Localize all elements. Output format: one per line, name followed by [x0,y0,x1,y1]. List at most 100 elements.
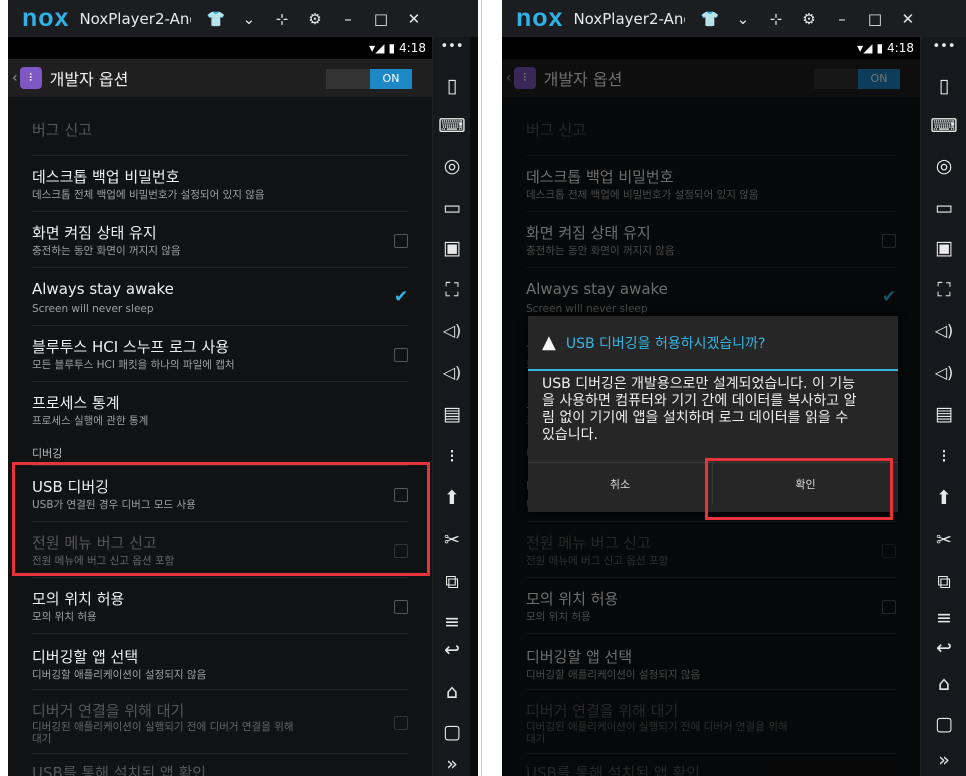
right-nox-window: nox NoxPlayer2-Andı 👕 ⌄ ⊹ ⚙ – □ ✕ ▾◢ ▮ 4… [502,0,966,776]
setting-title: 모의 위치 허용 [32,590,125,608]
macro-icon[interactable]: ⁝ [433,445,471,467]
dialog-message: USB 디버깅은 개발용으로만 설계되었습니다. 이 기능을 사용하면 컴퓨터와… [542,376,857,443]
gear-icon[interactable]: ⚙ [298,10,331,28]
cancel-button[interactable]: 취소 [528,462,713,504]
maximize-icon[interactable]: □ [364,10,397,28]
location-icon[interactable]: ◎ [921,155,966,177]
expand-icon[interactable]: » [921,749,966,771]
setting-subtitle: 모의 위치 허용 [32,611,97,623]
setting-verify-usb-apps: USB를 통해 설치된 앱 확인 [32,753,408,776]
multi-instance-icon[interactable]: ⧉ [433,571,471,593]
screenshot-icon[interactable]: ▣ [433,237,471,259]
shirt-icon[interactable]: 👕 [693,10,726,28]
screen-icon[interactable]: ▭ [921,197,966,219]
volume-down-icon[interactable]: ◁) [433,363,471,382]
maximize-icon[interactable]: □ [858,10,891,28]
mock-location-checkbox[interactable] [394,600,408,614]
fps-icon[interactable]: ⬆ [921,487,966,509]
wait-debugger-checkbox [394,716,408,730]
minimize-icon[interactable]: – [331,10,364,28]
volume-up-icon[interactable]: ◁) [433,321,471,340]
menu-icon[interactable]: ≡ [433,611,471,633]
setting-title: Always stay awake [32,280,174,298]
wifi-icon: ▾◢ [369,41,385,55]
battery-icon: ▮ [388,41,396,55]
menu-icon[interactable]: ≡ [921,607,966,629]
more-icon[interactable]: ••• [433,39,471,54]
battery-icon: ▮ [876,41,884,55]
chevron-down-icon[interactable]: ⌄ [726,10,759,28]
back-icon[interactable]: ↩ [433,639,471,661]
location-icon[interactable]: ◎ [433,155,471,177]
pin-icon[interactable]: ⊹ [759,10,792,28]
page-title: 개발자 옵션 [49,70,129,89]
status-time: 4:18 [887,41,914,55]
setting-debug-app[interactable]: 디버깅할 앱 선택 디버깅할 애플리케이션이 설정되지 않음 [32,633,408,689]
fullscreen-icon[interactable]: ⛶ [921,279,966,301]
setting-wait-debugger: 디버거 연결을 위해 대기 디버깅된 애플리케이션이 실행되기 전에 디버거 연… [32,689,408,753]
shake-icon[interactable]: ▯ [921,75,966,97]
apk-install-icon[interactable]: ▤ [433,403,471,425]
setting-title: 화면 켜짐 상태 유지 [32,224,157,242]
setting-subtitle: 데스크톱 전체 백업에 비밀번호가 설정되어 있지 않음 [32,189,265,201]
setting-mock-location[interactable]: 모의 위치 허용 모의 위치 허용 [32,577,408,633]
home-icon[interactable]: ⌂ [433,681,471,703]
close-icon[interactable]: ✕ [891,10,924,28]
shirt-icon[interactable]: 👕 [199,10,232,28]
setting-title: 디버거 연결을 위해 대기 [32,702,185,720]
more-icon[interactable]: ••• [921,39,966,54]
wifi-icon: ▾◢ [857,41,873,55]
chevron-down-icon[interactable]: ⌄ [232,10,265,28]
setting-subtitle: Screen will never sleep [32,303,154,315]
fullscreen-icon[interactable]: ⛶ [433,279,471,301]
apk-install-icon[interactable]: ▤ [921,403,966,425]
left-nox-window: nox NoxPlayer2-Andı 👕 ⌄ ⊹ ⚙ – □ ✕ ▾◢ ▮ 4… [8,0,478,776]
close-icon[interactable]: ✕ [397,10,430,28]
developer-options-toggle[interactable]: ON [326,69,412,89]
shake-icon[interactable]: ▯ [433,75,471,97]
scissors-icon[interactable]: ✂ [921,529,966,551]
volume-up-icon[interactable]: ◁) [921,321,966,340]
settings-list: 버그 신고 데스크톱 백업 비밀번호 데스크톱 전체 백업에 비밀번호가 설정되… [8,97,432,776]
screen-on-checkbox[interactable] [394,234,408,248]
fps-icon[interactable]: ⬆ [433,487,471,509]
setting-always-awake[interactable]: Always stay awake Screen will never slee… [32,267,408,325]
setting-title: 프로세스 통계 [32,394,120,412]
dialog-title-text: USB 디버깅을 허용하시겠습니까? [565,335,766,352]
pin-icon[interactable]: ⊹ [265,10,298,28]
screen-icon[interactable]: ▭ [433,197,471,219]
gear-icon[interactable]: ⚙ [792,10,825,28]
nox-sidebar: ••• ▯ ⌨ ◎ ▭ ▣ ⛶ ◁) ◁) ▤ ⁝ ⬆ ✂ ⧉ ≡ ↩ ⌂ ▢ … [432,37,470,776]
nox-logo: nox [516,4,564,32]
setting-screen-on[interactable]: 화면 켜짐 상태 유지 충전하는 동안 화면이 꺼지지 않음 [32,211,408,267]
setting-bug-report[interactable]: 버그 신고 [32,97,408,155]
setting-process-stats[interactable]: 프로세스 통계 프로세스 실행에 관한 통계 [32,381,408,433]
keyboard-icon[interactable]: ⌨ [433,115,471,137]
always-awake-checkbox[interactable]: ✔ [394,289,408,306]
macro-icon[interactable]: ⁝ [921,445,966,467]
expand-icon[interactable]: » [433,753,471,775]
setting-bt-hci[interactable]: 블루투스 HCI 스누프 로그 사용 모든 블루투스 HCI 패킷을 하나의 파… [32,325,408,381]
status-time: 4:18 [399,41,426,55]
recents-icon[interactable]: ▢ [921,713,966,735]
volume-down-icon[interactable]: ◁) [921,363,966,382]
minimize-icon[interactable]: – [825,10,858,28]
back-chevron-icon[interactable]: ‹ [12,70,18,86]
screenshot-icon[interactable]: ▣ [921,237,966,259]
scissors-icon[interactable]: ✂ [433,529,471,551]
home-icon[interactable]: ⌂ [921,673,966,695]
ok-button-highlight [705,458,893,520]
android-statusbar: ▾◢ ▮ 4:18 [8,37,432,59]
bt-hci-checkbox[interactable] [394,348,408,362]
recents-icon[interactable]: ▢ [433,721,471,743]
multi-instance-icon[interactable]: ⧉ [921,571,966,593]
dialog-title: ▲ USB 디버깅을 허용하시겠습니까? [528,316,765,369]
setting-subtitle: 모든 블루투스 HCI 패킷을 하나의 파일에 캡처 [32,359,235,371]
keyboard-icon[interactable]: ⌨ [921,115,966,137]
setting-desktop-backup[interactable]: 데스크톱 백업 비밀번호 데스크톱 전체 백업에 비밀번호가 설정되어 있지 않… [32,155,408,211]
panel-divider [481,0,482,776]
setting-subtitle: 디버깅된 애플리케이션이 실행되기 전에 디버거 연결을 위해 [32,721,294,733]
setting-subtitle: 충전하는 동안 화면이 꺼지지 않음 [32,245,181,257]
warning-icon: ▲ [542,332,556,353]
back-icon[interactable]: ↩ [921,637,966,659]
